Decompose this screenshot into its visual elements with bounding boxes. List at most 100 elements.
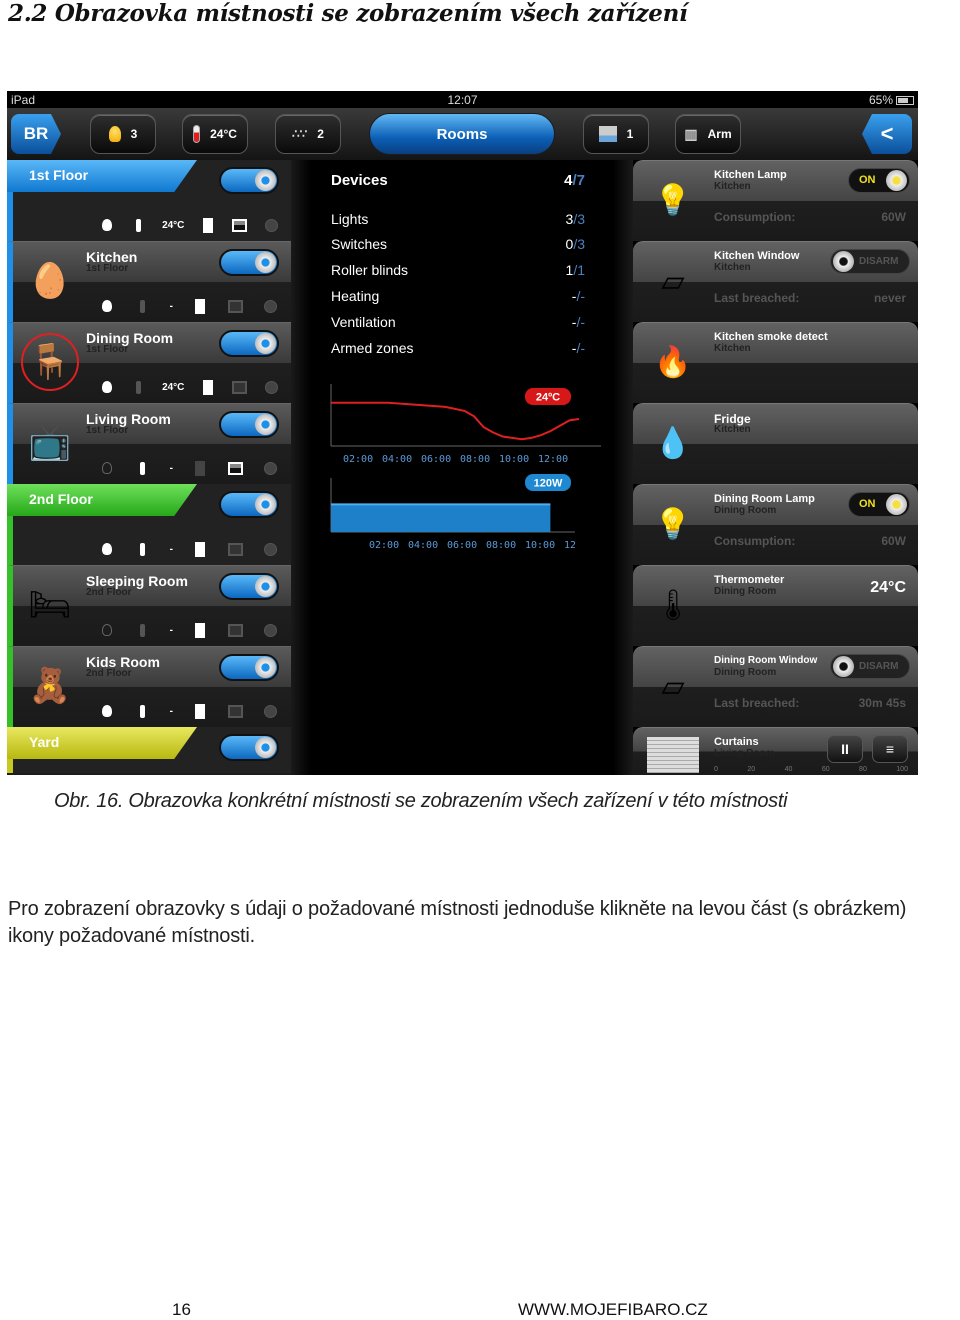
floor-toggle[interactable] (219, 734, 279, 761)
device-curtains[interactable]: Curtains Living Room II ≡ 0 20 40 60 80 100 (633, 727, 918, 775)
motion-status-icon (134, 622, 150, 638)
room-living-room[interactable]: 📺 Living Room 1st Floor - (7, 403, 291, 484)
blind-status-icon (231, 379, 247, 395)
room-toggle[interactable] (219, 249, 279, 276)
window-icon: ▱ (661, 264, 685, 298)
toggle-label: ON (859, 174, 876, 186)
blind-status-icon (228, 298, 244, 314)
on-off-toggle[interactable]: ON (848, 492, 910, 517)
light-status-icon (99, 703, 115, 719)
summary-label: Armed zones (331, 339, 414, 356)
device-thermometer[interactable]: 🌡 Thermometer Dining Room 24°C (633, 565, 918, 646)
motion-status-icon (134, 298, 150, 314)
room-dining-room[interactable]: 🪑 Dining Room 1st Floor 24°C (7, 322, 291, 403)
device-property-value: 30m 45s (858, 696, 906, 710)
x-tick-label: 08:00 (486, 540, 516, 551)
summary-value: 3/3 (565, 210, 585, 227)
blind-status-icon (228, 622, 244, 638)
home-logo-icon: BR (23, 124, 49, 143)
device-dining-room-window[interactable]: ▱ Dining Room Window Dining Room DISARM … (633, 646, 918, 727)
motion-status-icon (131, 379, 147, 395)
device-room: Dining Room (714, 667, 777, 678)
chevron-left-icon: < (880, 121, 894, 146)
room-toggle[interactable] (219, 330, 279, 357)
device-name: Thermometer (714, 574, 785, 586)
status-bar: iPad 12:07 65% (7, 91, 918, 108)
summary-value: -/- (571, 288, 585, 305)
sprinklers-button[interactable]: ∴∵ 2 (275, 114, 341, 154)
device-room: Kitchen (714, 262, 751, 273)
smoke-sensor-icon: 🔥 (654, 345, 692, 379)
device-property-value: never (873, 291, 906, 305)
x-tick-label: 02:00 (369, 540, 399, 551)
dining-table-icon[interactable]: 🪑 (21, 333, 79, 391)
room-kids-room[interactable]: 🧸 Kids Room 2nd Floor - (7, 646, 291, 727)
device-property-label: Last breached: (714, 696, 800, 710)
room-toggle[interactable] (219, 411, 279, 438)
on-off-toggle[interactable]: ON (848, 168, 910, 193)
floor-title: 1st Floor (7, 160, 197, 192)
device-room: Living Room (714, 748, 775, 759)
floor-toggle[interactable] (219, 491, 279, 518)
room-sleeping-room[interactable]: 🛏 Sleeping Room 2nd Floor - (7, 565, 291, 646)
room-device-status: 24°C (99, 379, 279, 395)
tv-icon[interactable]: 📺 (21, 414, 79, 472)
rooms-button[interactable]: Rooms (369, 113, 555, 155)
blind-status-icon (228, 703, 244, 719)
slider-tick-label: 100 (896, 766, 908, 773)
lightbulb-icon (108, 126, 121, 142)
egg-cup-icon[interactable]: 🥚 (21, 252, 79, 310)
arm-button[interactable]: ▥ Arm (675, 114, 741, 154)
room-kitchen[interactable]: 🥚 Kitchen 1st Floor - (7, 241, 291, 322)
light-status-icon (99, 298, 115, 314)
device-room: Kitchen (714, 424, 751, 435)
arm-disarm-toggle[interactable]: DISARM (830, 654, 910, 679)
blind-status-icon (228, 460, 244, 476)
menu-button[interactable]: ≡ (872, 735, 908, 763)
blinds-button[interactable]: 1 (583, 114, 649, 154)
floor-yard[interactable]: Yard (7, 727, 291, 773)
slider-tick-label: 40 (784, 766, 793, 773)
room-toggle[interactable] (219, 654, 279, 681)
motion-status-icon (131, 217, 147, 233)
device-summary: Devices 4/7 Lights 3/3 Switches 0/3 Roller… (331, 168, 585, 361)
device-name: Dining Room Window (714, 655, 818, 666)
floor-device-status: 24°C (99, 217, 279, 233)
device-kitchen-lamp[interactable]: 💡 Kitchen Lamp Kitchen ON Consumption: 6… (633, 160, 918, 241)
slider-tick-label: 60 (821, 766, 830, 773)
motion-status-icon (134, 541, 150, 557)
room-floor: 1st Floor (86, 425, 129, 436)
lights-count: 3 (130, 127, 138, 141)
ipad-screenshot: iPad 12:07 65% BR 3 24°C ∴∵ 2 Rooms 1 ▥ … (7, 91, 918, 775)
back-button[interactable]: < (862, 114, 912, 154)
device-room: Dining Room (714, 505, 777, 516)
toggle-label: DISARM (859, 661, 899, 672)
floor-2nd[interactable]: 2nd Floor - (7, 484, 291, 565)
room-floor: 2nd Floor (86, 668, 132, 679)
device-dining-room-lamp[interactable]: 💡 Dining Room Lamp Dining Room ON Consum… (633, 484, 918, 565)
lights-button[interactable]: 3 (90, 114, 156, 154)
slider-tick-label: 80 (859, 766, 867, 773)
temperature-line (331, 401, 580, 441)
pause-button[interactable]: II (827, 735, 863, 763)
home-button[interactable]: BR (11, 114, 61, 154)
position-slider[interactable]: 0 20 40 60 80 100 (714, 766, 908, 775)
slider-tick-label: 0 (714, 766, 718, 773)
floor-1st[interactable]: 1st Floor 24°C (7, 160, 291, 241)
sprinkler-icon: ∴∵ (292, 127, 308, 141)
door-status-icon (200, 379, 216, 395)
roller-blind-icon (647, 736, 699, 774)
floor-title: Yard (7, 727, 197, 759)
device-kitchen-window[interactable]: ▱ Kitchen Window Kitchen DISARM Last bre… (633, 241, 918, 322)
summary-row: Ventilation -/- (331, 309, 585, 335)
floor-toggle[interactable] (219, 167, 279, 194)
temperature-button[interactable]: 24°C (182, 114, 248, 154)
room-toggle[interactable] (219, 573, 279, 600)
bed-icon[interactable]: 🛏 (21, 576, 79, 634)
device-property-label: Consumption: (714, 534, 796, 548)
device-kitchen-smoke-detect[interactable]: 🔥 Kitchen smoke detect Kitchen (633, 322, 918, 403)
arm-disarm-toggle[interactable]: DISARM (830, 249, 910, 274)
teddy-bear-icon[interactable]: 🧸 (21, 657, 79, 715)
value-badge-label: 24ºC (536, 392, 560, 404)
device-fridge[interactable]: 💧 Fridge Kitchen (633, 403, 918, 484)
